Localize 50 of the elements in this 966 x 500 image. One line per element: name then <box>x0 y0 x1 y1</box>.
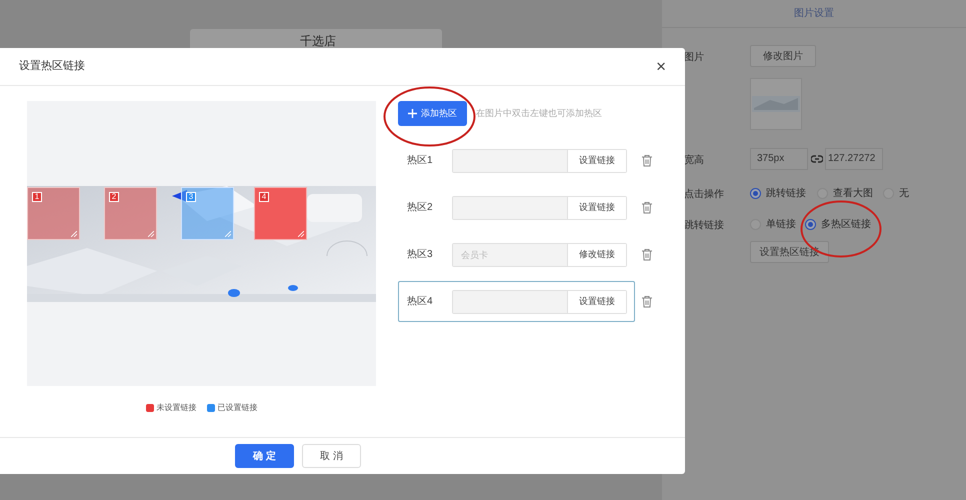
hotzone-number: 1 <box>32 192 42 202</box>
add-hotzone-button[interactable]: 添加热区 <box>398 101 467 126</box>
radio-label: 单链接 <box>766 218 796 232</box>
hotzone-number: 3 <box>186 192 196 202</box>
trash-icon[interactable] <box>641 248 653 261</box>
radio-label: 无 <box>899 187 909 201</box>
radio-label: 跳转链接 <box>766 186 806 201</box>
resize-handle-icon[interactable] <box>148 231 154 237</box>
resize-handle-icon[interactable] <box>225 231 231 237</box>
field-label: 图片 <box>684 50 704 65</box>
link-field[interactable] <box>453 196 568 218</box>
hotzone[interactable]: 2 <box>104 187 157 240</box>
hotzone-row[interactable]: 热区4 设置链接 <box>398 281 635 322</box>
link-field[interactable] <box>453 290 568 312</box>
dialog-title: 设置热区链接 <box>19 58 85 74</box>
change-image-button[interactable]: 修改图片 <box>750 45 816 67</box>
hotzone-number: 4 <box>259 192 269 202</box>
hotzone[interactable]: 4 <box>254 187 307 240</box>
hotzone-label: 热区4 <box>407 295 434 309</box>
preview-title: 千选店 <box>300 35 336 48</box>
hotzone-number: 2 <box>109 192 119 202</box>
hint-text: 在图片中双击左键也可添加热区 <box>476 106 602 120</box>
link-icon[interactable] <box>811 155 823 163</box>
legend-label: 未设置链接 <box>156 402 196 414</box>
field-label: 点击操作 <box>684 188 724 202</box>
hotzone-label: 热区1 <box>407 154 434 168</box>
plus-icon <box>408 109 417 118</box>
resize-handle-icon[interactable] <box>71 231 77 237</box>
legend-label: 已设置链接 <box>218 402 258 414</box>
resize-handle-icon[interactable] <box>298 231 304 237</box>
link-field[interactable] <box>453 150 568 172</box>
confirm-button[interactable]: 确 定 <box>235 444 294 468</box>
thumbnail-image <box>750 78 802 130</box>
trash-icon[interactable] <box>641 154 653 167</box>
hotzone[interactable]: 1 <box>27 187 80 240</box>
field-label: 宽高 <box>684 154 704 168</box>
cancel-button[interactable]: 取 消 <box>302 444 361 468</box>
width-field[interactable]: 375px <box>750 148 808 170</box>
trash-icon[interactable] <box>641 295 653 308</box>
radio-button[interactable] <box>805 219 816 230</box>
hotzone-label: 热区2 <box>407 201 434 215</box>
trash-icon[interactable] <box>641 201 653 214</box>
hotzone[interactable]: 3 <box>181 187 234 240</box>
hotzone-label: 热区3 <box>407 248 434 262</box>
radio-label: 多热区链接 <box>821 218 871 232</box>
close-button[interactable]: × <box>656 58 666 75</box>
radio-button[interactable] <box>750 188 761 199</box>
panel-title: 图片设置 <box>794 6 834 21</box>
height-field[interactable]: 127.27272 <box>825 148 883 170</box>
radio-label: 查看大图 <box>833 186 873 201</box>
